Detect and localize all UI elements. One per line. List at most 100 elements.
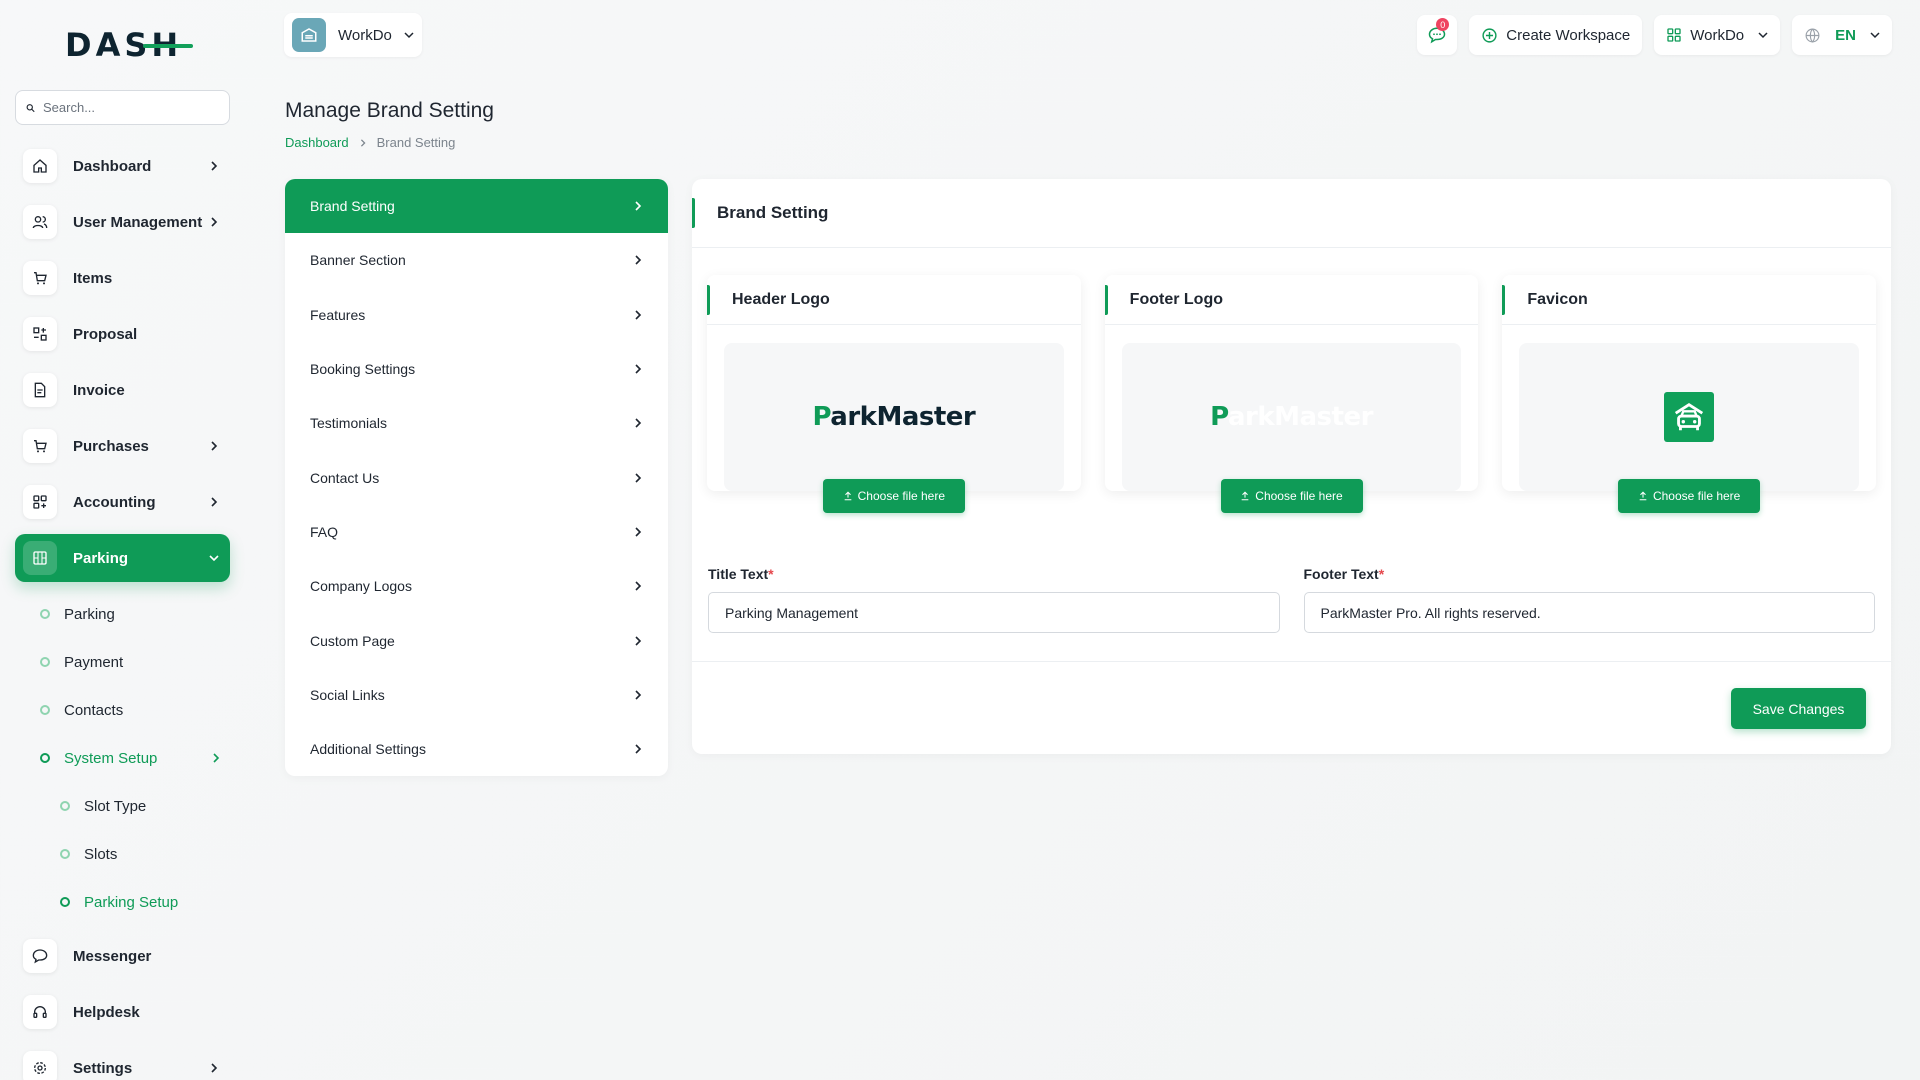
breadcrumb-current: Brand Setting — [376, 135, 456, 150]
chevron-right-icon — [635, 255, 642, 266]
notifications-button[interactable]: 0 — [1417, 15, 1458, 55]
sidebar-item-user-management[interactable]: User Management — [15, 198, 230, 246]
grid-icon — [23, 485, 57, 519]
sidebar-item-dashboard[interactable]: Dashboard — [15, 142, 230, 190]
accent-bar — [1502, 284, 1506, 315]
sidebar-item-parking[interactable]: Parking — [15, 534, 230, 582]
headset-icon — [23, 995, 57, 1029]
header-logo-panel: Header Logo ParkMaster Choose file here — [707, 275, 1081, 513]
sidebar-item-helpdesk[interactable]: Helpdesk — [15, 988, 230, 1036]
sidebar-item-label: User Management — [73, 213, 203, 231]
header-logo-title: Header Logo — [732, 290, 830, 308]
chevron-right-icon — [206, 438, 222, 454]
header-accent-bar — [692, 198, 695, 228]
cart-icon — [23, 429, 57, 463]
sidebar-subitem-parking-setup[interactable]: Parking Setup — [15, 878, 230, 926]
breadcrumb-link-dashboard[interactable]: Dashboard — [285, 135, 349, 150]
chevron-right-icon — [206, 494, 222, 510]
title-text-input[interactable] — [708, 592, 1280, 633]
footer-text-input[interactable] — [1303, 592, 1875, 633]
sidebar-item-messenger[interactable]: Messenger — [15, 932, 230, 980]
notification-count-badge: 0 — [1436, 18, 1450, 31]
save-changes-button[interactable]: Save Changes — [1731, 688, 1866, 729]
sidebar-item-proposal[interactable]: Proposal — [15, 310, 230, 358]
logo-letter: P — [1210, 402, 1228, 432]
workspace-switch-button[interactable]: WorkDo — [1654, 15, 1781, 55]
bullet-dot — [60, 849, 70, 859]
create-workspace-button[interactable]: Create Workspace — [1469, 15, 1643, 55]
sidebar-item-purchases[interactable]: Purchases — [15, 422, 230, 470]
sidebar-subitem-slot-type[interactable]: Slot Type — [15, 782, 230, 830]
favicon-title: Favicon — [1527, 290, 1588, 308]
chevron-right-icon — [635, 310, 642, 320]
brand-setting-card: Brand Setting Header Logo ParkMaster Cho… — [692, 179, 1891, 754]
settings-menu-item-company-logos[interactable]: Company Logos — [285, 559, 668, 613]
brand-logo[interactable]: DASH — [15, 0, 230, 90]
sidebar-subitem-parking[interactable]: Parking — [15, 590, 230, 638]
header-logo-card: Header Logo ParkMaster — [707, 275, 1081, 491]
sidebar-subitem-payment[interactable]: Payment — [15, 638, 230, 686]
settings-menu-item-contact-us[interactable]: Contact Us — [285, 450, 668, 504]
sidebar-subitem-system-setup[interactable]: System Setup — [15, 734, 230, 782]
header-logo-choose-file-button[interactable]: Choose file here — [822, 479, 965, 513]
sidebar-item-settings[interactable]: Settings — [15, 1044, 230, 1080]
menu-item-label: Custom Page — [310, 632, 395, 649]
footer-logo-header: Footer Logo — [1104, 275, 1479, 325]
settings-menu-item-social-links[interactable]: Social Links — [285, 668, 668, 722]
card-divider — [692, 661, 1891, 662]
bullet-dot — [40, 705, 50, 715]
footer-logo-preview: ParkMaster — [1121, 343, 1462, 491]
file-icon — [23, 373, 57, 407]
breadcrumb: Dashboard Brand Setting — [285, 135, 455, 150]
upload-icon — [844, 491, 851, 501]
label-text: Title Text — [708, 566, 769, 582]
language-selector[interactable]: EN — [1792, 15, 1892, 55]
upload-icon — [1639, 491, 1647, 501]
workspace-avatar — [292, 18, 326, 52]
settings-menu-item-banner-section[interactable]: Banner Section — [285, 233, 668, 287]
chat-icon — [23, 939, 57, 973]
settings-menu-item-features[interactable]: Features — [285, 288, 668, 342]
search-box[interactable] — [15, 90, 230, 125]
workspace-selector[interactable]: WorkDo — [284, 13, 422, 57]
parking-submenu: Parking Payment Contacts System Setup Sl… — [15, 590, 230, 926]
sidebar-item-accounting[interactable]: Accounting — [15, 478, 230, 526]
settings-menu-item-booking-settings[interactable]: Booking Settings — [285, 342, 668, 396]
chevron-down-icon — [1870, 32, 1880, 39]
chevron-down-icon — [206, 550, 222, 566]
sidebar-subitem-slots[interactable]: Slots — [15, 830, 230, 878]
menu-item-label: Company Logos — [310, 578, 412, 595]
search-input[interactable] — [43, 100, 219, 115]
chevron-right-icon — [206, 158, 222, 174]
sidebar-item-label: Messenger — [73, 947, 152, 965]
footer-logo-choose-file-button[interactable]: Choose file here — [1220, 479, 1363, 513]
text-fields-row: Title Text* Footer Text* — [708, 566, 1875, 633]
settings-menu-item-testimonials[interactable]: Testimonials — [285, 396, 668, 450]
create-workspace-label: Create Workspace — [1506, 26, 1631, 44]
sidebar-item-invoice[interactable]: Invoice — [15, 366, 230, 414]
settings-menu: Brand Setting Banner Section Features Bo… — [285, 179, 668, 776]
favicon-card: Favicon — [1502, 275, 1877, 491]
accent-bar — [1104, 284, 1108, 315]
subitem-label: Slots — [84, 845, 118, 863]
footer-logo-title: Footer Logo — [1129, 290, 1223, 308]
choose-file-label: Choose file here — [1255, 489, 1343, 503]
settings-menu-item-brand-setting[interactable]: Brand Setting — [285, 179, 668, 234]
accent-bar — [707, 284, 710, 315]
settings-menu-item-additional-settings[interactable]: Additional Settings — [285, 722, 668, 776]
favicon-choose-file-button[interactable]: Choose file here — [1618, 479, 1761, 513]
topbar-actions: 0 Create Workspace WorkDo EN — [1417, 15, 1892, 55]
settings-menu-item-custom-page[interactable]: Custom Page — [285, 613, 668, 667]
bullet-dot — [40, 609, 50, 619]
settings-menu-item-faq[interactable]: FAQ — [285, 505, 668, 559]
bullet-dot — [40, 753, 50, 763]
footer-logo-panel: Footer Logo ParkMaster Choose file here — [1104, 275, 1479, 513]
sidebar-item-items[interactable]: Items — [15, 254, 230, 302]
choose-file-label: Choose file here — [1652, 489, 1741, 503]
home-icon — [23, 149, 57, 183]
chevron-right-icon — [635, 527, 642, 537]
favicon-panel: Favicon Choose file here — [1502, 275, 1877, 513]
sidebar-subitem-contacts[interactable]: Contacts — [15, 686, 230, 734]
sidebar-item-label: Purchases — [73, 437, 149, 455]
chevron-right-icon — [635, 635, 642, 646]
